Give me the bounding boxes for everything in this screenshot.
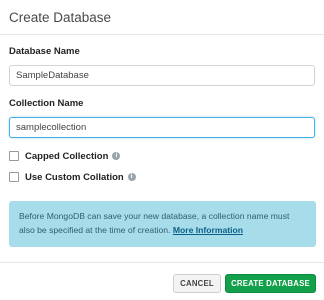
footer-divider	[0, 262, 324, 263]
create-database-dialog: Create Database Database Name Collection…	[0, 0, 324, 300]
info-icon[interactable]: i	[112, 152, 121, 160]
capped-collection-label[interactable]: Capped Collection	[25, 151, 108, 162]
capped-collection-checkbox[interactable]	[9, 151, 19, 161]
more-information-link[interactable]: More Information	[173, 225, 243, 235]
info-banner: Before MongoDB can save your new databas…	[9, 201, 316, 247]
custom-collation-row: Use Custom Collation i	[9, 171, 136, 183]
capped-collection-row: Capped Collection i	[9, 150, 121, 162]
custom-collation-label[interactable]: Use Custom Collation	[25, 172, 124, 183]
cancel-button[interactable]: CANCEL	[173, 274, 221, 293]
database-name-label: Database Name	[9, 46, 80, 57]
dialog-title: Create Database	[9, 10, 112, 25]
header-divider	[0, 34, 324, 35]
collection-name-input[interactable]	[9, 117, 315, 138]
create-database-button[interactable]: CREATE DATABASE	[225, 274, 316, 293]
collection-name-label: Collection Name	[9, 98, 84, 109]
info-banner-text: Before MongoDB can save your new databas…	[19, 211, 290, 235]
custom-collation-checkbox[interactable]	[9, 172, 19, 182]
info-icon[interactable]: i	[127, 173, 136, 181]
database-name-input[interactable]	[9, 65, 315, 86]
